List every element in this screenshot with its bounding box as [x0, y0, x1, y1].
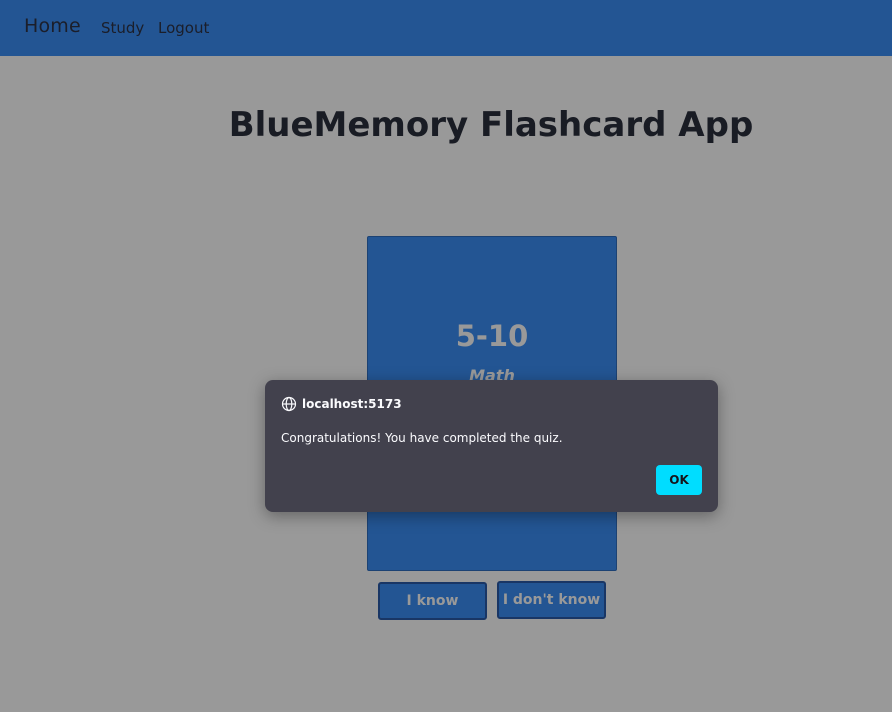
ok-button[interactable]: OK: [656, 465, 702, 495]
app-page: Home Study Logout BlueMemory Flashcard A…: [0, 0, 892, 712]
alert-dialog: localhost:5173 Congratulations! You have…: [265, 380, 718, 512]
dialog-origin: localhost:5173: [281, 396, 402, 412]
modal-backdrop: [0, 0, 892, 712]
globe-icon: [281, 396, 297, 412]
dialog-message: Congratulations! You have completed the …: [281, 431, 563, 445]
dialog-origin-text: localhost:5173: [302, 397, 402, 411]
